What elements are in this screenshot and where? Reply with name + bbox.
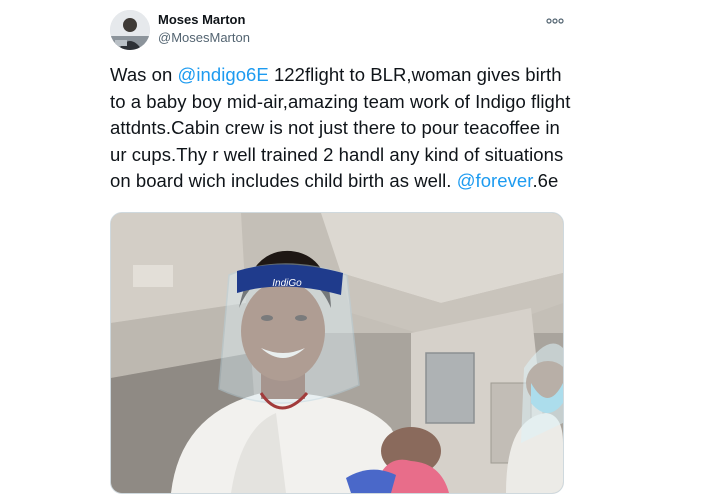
shield-logo: IndiGo [272,278,302,289]
mention-link[interactable]: @forever [457,170,533,191]
more-options-button[interactable] [541,12,569,32]
photo-content: IndiGo [111,213,563,493]
tweet-media-photo[interactable]: IndiGo [110,212,564,494]
tweet-text: Was on @indigo6E 122flight to BLR,woman … [110,62,580,195]
more-options-icon [546,18,564,24]
tweet-text-part: .6e [532,170,559,191]
tweet-card: Moses Marton @MosesMarton Was on @indigo… [0,0,720,494]
mention-link[interactable]: @indigo6E [178,64,269,85]
avatar-image [110,10,150,50]
author-handle[interactable]: @MosesMarton [158,30,250,45]
author-name[interactable]: Moses Marton [158,12,245,27]
tweet-text-part: Was on [110,64,178,85]
author-avatar[interactable] [110,10,150,50]
